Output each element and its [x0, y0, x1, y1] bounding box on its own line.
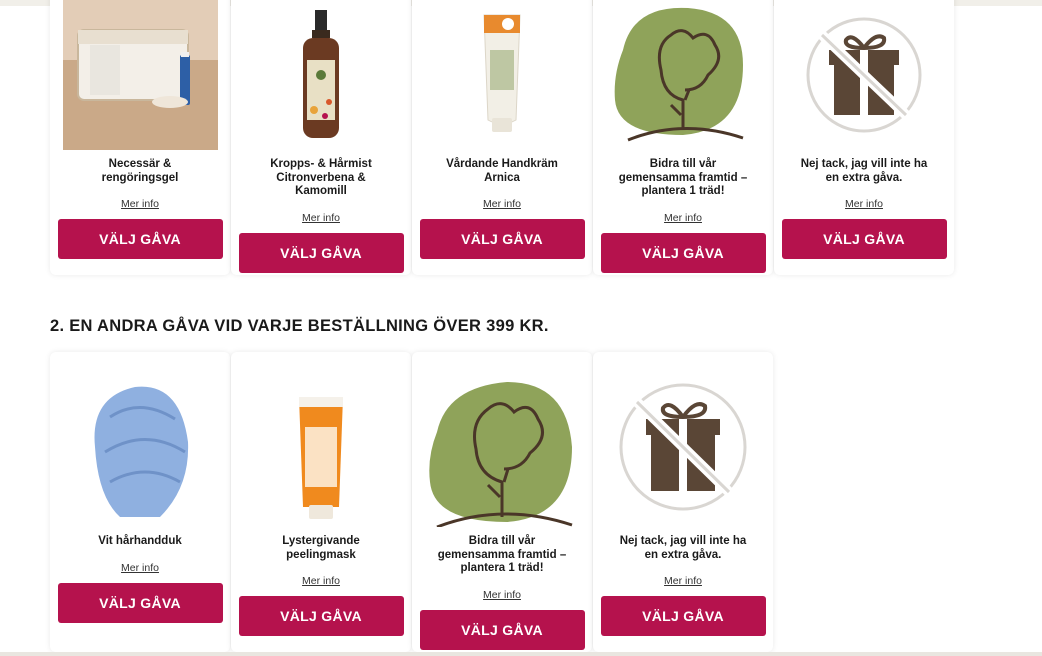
no-gift-icon: [774, 0, 954, 150]
product-card: Lystergivande peelingmask Mer info VÄLJ …: [231, 352, 411, 652]
section-title: 2. EN ANDRA GÅVA VID VARJE BESTÄLLNING Ö…: [50, 317, 549, 335]
choose-gift-button[interactable]: VÄLJ GÅVA: [419, 609, 585, 650]
product-name: Lystergivande peelingmask: [282, 535, 360, 561]
product-name: Vårdande Handkräm Arnica: [446, 158, 558, 184]
product-card: Vit hårhandduk Mer info VÄLJ GÅVA: [50, 352, 230, 652]
more-info-link[interactable]: Mer info: [845, 198, 883, 210]
product-card: Nej tack, jag vill inte ha en extra gåva…: [774, 0, 954, 275]
tree-icon: [412, 352, 592, 527]
more-info-link[interactable]: Mer info: [483, 589, 521, 601]
product-name: Nej tack, jag vill inte ha en extra gåva…: [800, 158, 928, 184]
more-info-link[interactable]: Mer info: [664, 212, 702, 224]
bottom-border: [0, 652, 1042, 656]
product-card: Bidra till vår gemensamma framtid – plan…: [593, 0, 773, 275]
hair-towel-image: [50, 352, 230, 527]
choose-gift-button[interactable]: VÄLJ GÅVA: [781, 219, 947, 259]
more-info-link[interactable]: Mer info: [302, 212, 340, 224]
product-card: Nej tack, jag vill inte ha en extra gåva…: [593, 352, 773, 652]
product-name: Bidra till vår gemensamma framtid – plan…: [437, 535, 567, 574]
more-info-link[interactable]: Mer info: [121, 198, 159, 210]
spray-bottle-image: [231, 0, 411, 150]
toiletry-bag-image: [50, 0, 230, 150]
product-name: Kropps- & Hårmist Citronverbena & Kamomi…: [270, 158, 372, 197]
more-info-link[interactable]: Mer info: [664, 575, 702, 587]
no-gift-icon: [593, 352, 773, 527]
choose-gift-button[interactable]: VÄLJ GÅVA: [419, 219, 585, 259]
tree-icon: [593, 0, 773, 150]
choose-gift-button[interactable]: VÄLJ GÅVA: [57, 219, 223, 259]
more-info-link[interactable]: Mer info: [121, 562, 159, 574]
gift-row-2: Vit hårhandduk Mer info VÄLJ GÅVA Lyster…: [50, 352, 774, 652]
more-info-link[interactable]: Mer info: [302, 575, 340, 587]
product-name: Vit hårhandduk: [98, 535, 182, 547]
more-info-link[interactable]: Mer info: [483, 198, 521, 210]
product-name: Nej tack, jag vill inte ha en extra gåva…: [619, 535, 747, 561]
product-name: Bidra till vår gemensamma framtid – plan…: [618, 158, 748, 197]
hand-cream-tube-image: [412, 0, 592, 150]
choose-gift-button[interactable]: VÄLJ GÅVA: [238, 232, 404, 273]
gift-row-1: Necessär & rengöringsgel Mer info VÄLJ G…: [50, 0, 955, 275]
peeling-mask-tube-image: [231, 352, 411, 527]
choose-gift-button[interactable]: VÄLJ GÅVA: [600, 232, 766, 273]
choose-gift-button[interactable]: VÄLJ GÅVA: [238, 596, 404, 636]
product-card: Vårdande Handkräm Arnica Mer info VÄLJ G…: [412, 0, 592, 275]
choose-gift-button[interactable]: VÄLJ GÅVA: [57, 582, 223, 623]
product-card: Bidra till vår gemensamma framtid – plan…: [412, 352, 592, 652]
product-name: Necessär & rengöringsgel: [101, 158, 179, 184]
choose-gift-button[interactable]: VÄLJ GÅVA: [600, 596, 766, 636]
product-card: Necessär & rengöringsgel Mer info VÄLJ G…: [50, 0, 230, 275]
product-card: Kropps- & Hårmist Citronverbena & Kamomi…: [231, 0, 411, 275]
